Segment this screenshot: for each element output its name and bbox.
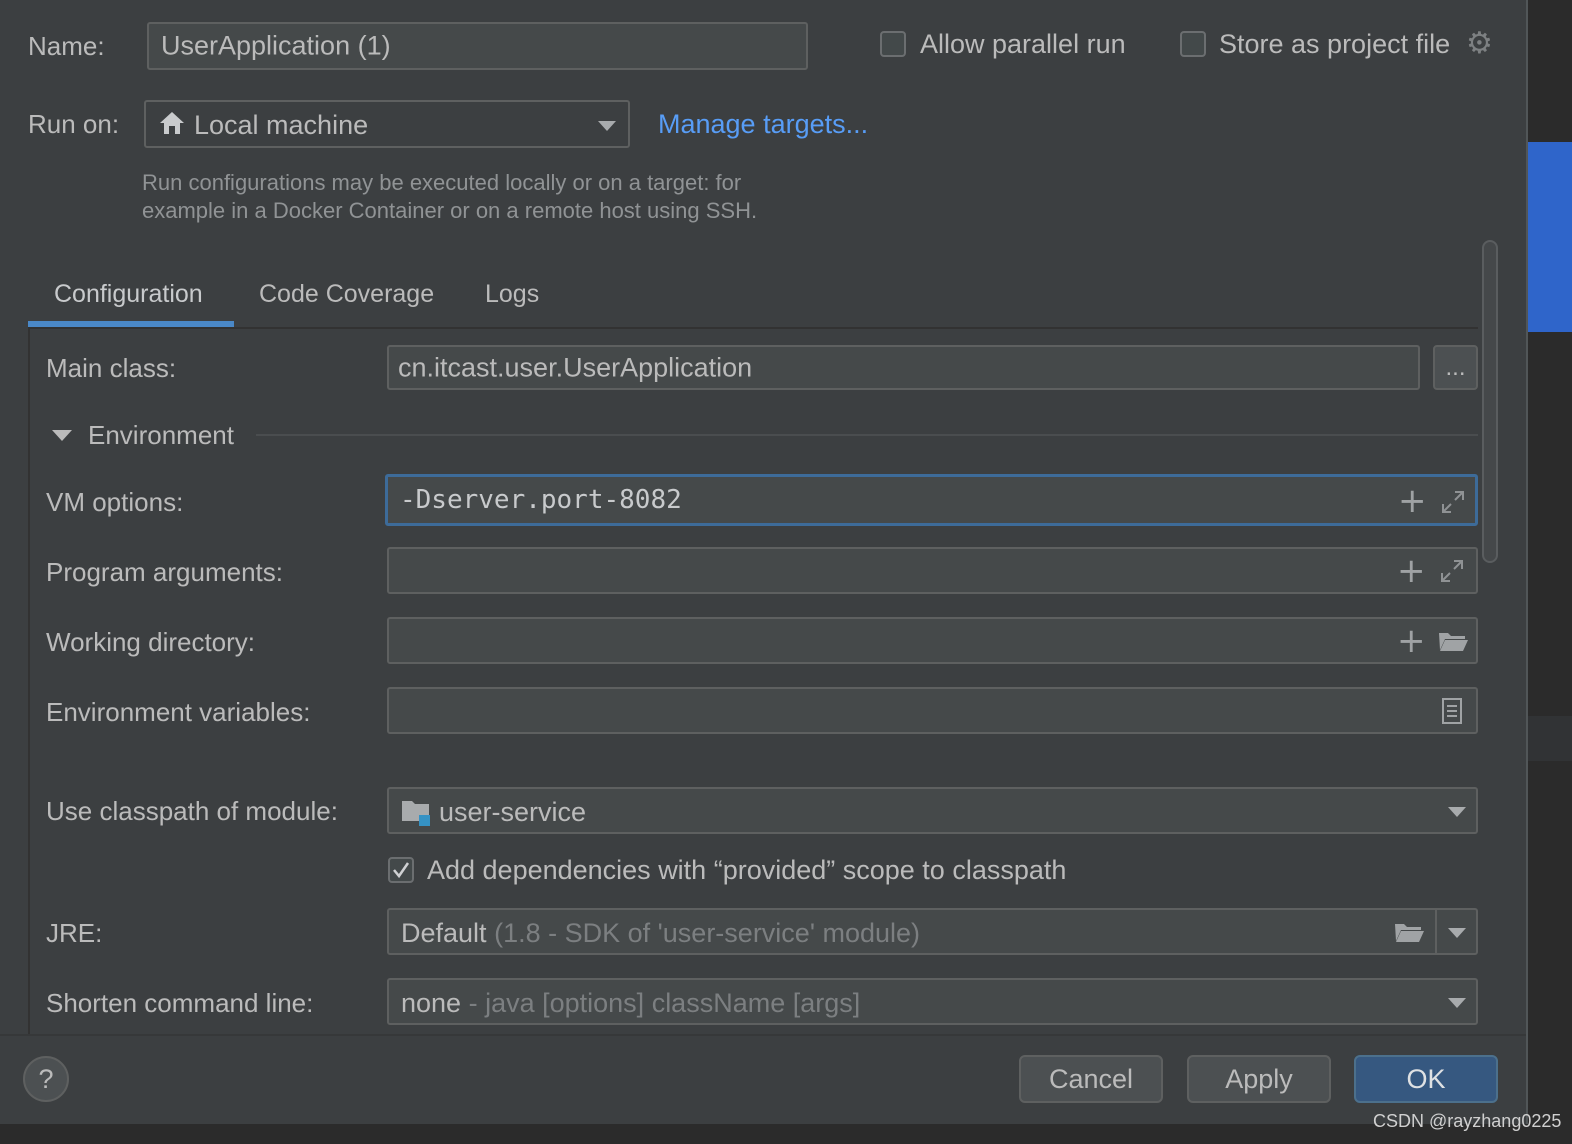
store-project-checkbox[interactable] [1180,31,1206,57]
shorten-command-line-dropdown[interactable]: none - java [options] className [args] [387,978,1478,1025]
backdrop-selection [1528,142,1572,332]
main-class-input[interactable]: cn.itcast.user.UserApplication [387,345,1420,390]
cancel-button[interactable]: Cancel [1019,1055,1163,1103]
hint-text-line1: Run configurations may be executed local… [142,170,742,195]
allow-parallel-label: Allow parallel run [920,29,1126,59]
shorten-value-main: none [401,988,462,1018]
run-on-dropdown[interactable]: Local machine [144,100,630,148]
gear-icon[interactable]: ⚙ [1466,29,1493,59]
ok-button[interactable]: OK [1354,1055,1498,1103]
shorten-value-hint: - java [options] className [args] [468,988,861,1018]
jre-value: Default (1.8 - SDK of 'user-service' mod… [401,918,920,949]
home-icon [158,110,186,141]
plus-icon[interactable]: + [1397,624,1426,658]
environment-separator [256,434,1478,436]
plus-icon[interactable]: + [1397,554,1426,588]
vm-options-input[interactable]: -Dserver.port-8082 + [385,474,1478,526]
working-directory-label: Working directory: [46,627,256,657]
name-input[interactable]: UserApplication (1) [147,22,808,70]
folder-icon[interactable] [1393,920,1425,949]
help-button[interactable]: ? [23,1056,69,1102]
jre-label: JRE: [46,918,103,948]
hint-text-line2: example in a Docker Container or on a re… [142,198,758,223]
name-label: Name: [28,31,105,61]
expand-icon[interactable] [1439,558,1465,589]
environment-variables-label: Environment variables: [46,697,311,727]
add-dependencies-checkbox[interactable] [388,857,414,883]
jre-input[interactable]: Default (1.8 - SDK of 'user-service' mod… [387,908,1478,955]
help-label: ? [38,1063,54,1094]
chevron-down-icon [1448,807,1466,817]
vm-options-label: VM options: [46,487,184,517]
run-on-label: Run on: [28,109,120,139]
environment-variables-input[interactable] [387,687,1478,734]
run-on-value: Local machine [194,110,369,140]
jre-dropdown-divider [1435,910,1437,953]
classpath-module-dropdown[interactable]: user-service [387,787,1478,834]
tab-code-coverage[interactable]: Code Coverage [259,280,434,309]
plus-icon[interactable]: + [1398,484,1427,518]
module-folder-icon [401,797,431,832]
edit-list-icon[interactable] [1441,697,1463,730]
program-arguments-label: Program arguments: [46,557,283,587]
apply-label: Apply [1225,1063,1293,1094]
classpath-module-label: Use classpath of module: [46,796,338,826]
name-value: UserApplication (1) [161,30,391,61]
tab-configuration-label: Configuration [54,280,203,308]
working-directory-input[interactable]: + [387,617,1478,664]
backdrop-strip [1528,716,1572,761]
add-dependencies-label: Add dependencies with “provided” scope t… [427,855,1067,885]
chevron-down-icon [598,121,616,131]
tab-configuration[interactable]: Configuration [28,270,234,328]
footer-divider [0,1034,1526,1036]
ok-label: OK [1406,1063,1446,1094]
store-project-label: Store as project file [1219,29,1451,59]
folder-icon[interactable] [1437,629,1469,658]
manage-targets-link[interactable]: Manage targets... [658,109,868,140]
jre-value-main: Default [401,918,487,948]
tab-logs[interactable]: Logs [485,280,539,309]
main-class-value: cn.itcast.user.UserApplication [398,352,753,382]
browse-label: ... [1445,353,1466,381]
allow-parallel-checkbox[interactable] [880,31,906,57]
classpath-module-value: user-service [439,797,587,827]
cancel-label: Cancel [1048,1063,1134,1094]
dialog-border [1526,0,1528,1124]
environment-header: Environment [88,420,234,450]
jre-value-hint: (1.8 - SDK of 'user-service' module) [494,918,921,948]
backdrop-bottom [0,1124,1572,1144]
chevron-down-icon [1448,998,1466,1008]
chevron-down-icon[interactable] [1448,928,1466,938]
program-arguments-input[interactable]: + [387,547,1478,594]
vm-options-value: -Dserver.port-8082 [400,485,682,515]
main-class-label: Main class: [46,353,177,383]
shorten-value: none - java [options] className [args] [401,988,860,1019]
watermark: CSDN @rayzhang0225 [1373,1111,1562,1131]
browse-main-class-button[interactable]: ... [1433,345,1478,390]
environment-toggle[interactable] [52,430,72,441]
shorten-command-line-label: Shorten command line: [46,988,314,1018]
expand-icon[interactable] [1440,489,1466,520]
apply-button[interactable]: Apply [1187,1055,1331,1103]
scrollbar-thumb[interactable] [1482,240,1498,563]
